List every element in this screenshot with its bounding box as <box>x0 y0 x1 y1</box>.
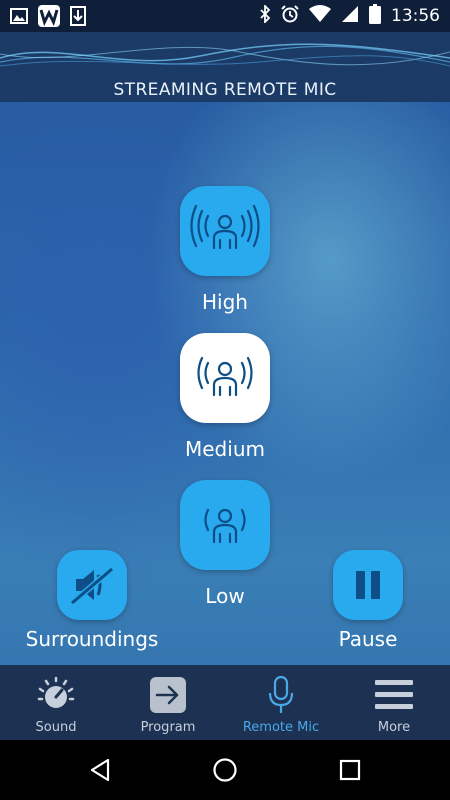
app-w-icon <box>38 5 60 31</box>
volume-dial-icon <box>36 675 76 715</box>
person-waves-medium-icon <box>197 356 253 397</box>
surroundings-button[interactable] <box>57 550 127 620</box>
signal-icon <box>341 5 359 27</box>
person-waves-high-icon <box>190 204 260 250</box>
level-high-label: High <box>202 290 248 314</box>
recents-icon[interactable] <box>335 757 365 783</box>
tab-program[interactable]: Program <box>112 665 224 740</box>
level-medium-label: Medium <box>185 437 265 461</box>
pause-button[interactable] <box>333 550 403 620</box>
page-title: STREAMING REMOTE MIC <box>113 80 337 100</box>
tab-sound-label: Sound <box>35 720 77 735</box>
battery-icon <box>369 4 381 28</box>
image-icon <box>10 8 28 28</box>
tab-more[interactable]: More <box>338 665 450 740</box>
pause-icon <box>356 571 380 599</box>
microphone-icon <box>261 675 301 715</box>
alarm-icon <box>281 5 299 27</box>
level-high-button[interactable] <box>180 186 270 276</box>
surroundings-label: Surroundings <box>25 627 159 651</box>
tab-sound[interactable]: Sound <box>0 665 112 740</box>
tab-remote-mic-label: Remote Mic <box>242 720 320 735</box>
tab-more-label: More <box>377 720 411 735</box>
arrow-right-icon <box>148 675 188 715</box>
home-icon[interactable] <box>210 757 240 783</box>
level-low-label: Low <box>205 584 245 608</box>
bluetooth-icon <box>259 3 271 27</box>
speaker-muted-icon <box>70 566 114 606</box>
level-low-button[interactable] <box>180 480 270 570</box>
tab-program-label: Program <box>140 720 196 735</box>
header-wave-decoration <box>0 43 450 67</box>
status-time: 13:56 <box>391 6 440 26</box>
pause-label: Pause <box>338 627 398 651</box>
status-bar: 13:56 <box>0 0 450 32</box>
wifi-icon <box>309 5 331 27</box>
remote-mic-screen: 13:56 STREAMING REMOTE MIC High Medium L… <box>0 0 450 800</box>
menu-icon <box>374 675 414 715</box>
person-waves-low-icon <box>204 508 246 544</box>
system-nav-bar <box>0 740 450 800</box>
level-medium-button[interactable] <box>180 333 270 423</box>
back-icon[interactable] <box>85 757 115 783</box>
download-icon <box>70 6 86 30</box>
bottom-tab-bar: Sound Program Remote Mic More <box>0 665 450 740</box>
tab-remote-mic[interactable]: Remote Mic <box>225 665 337 740</box>
